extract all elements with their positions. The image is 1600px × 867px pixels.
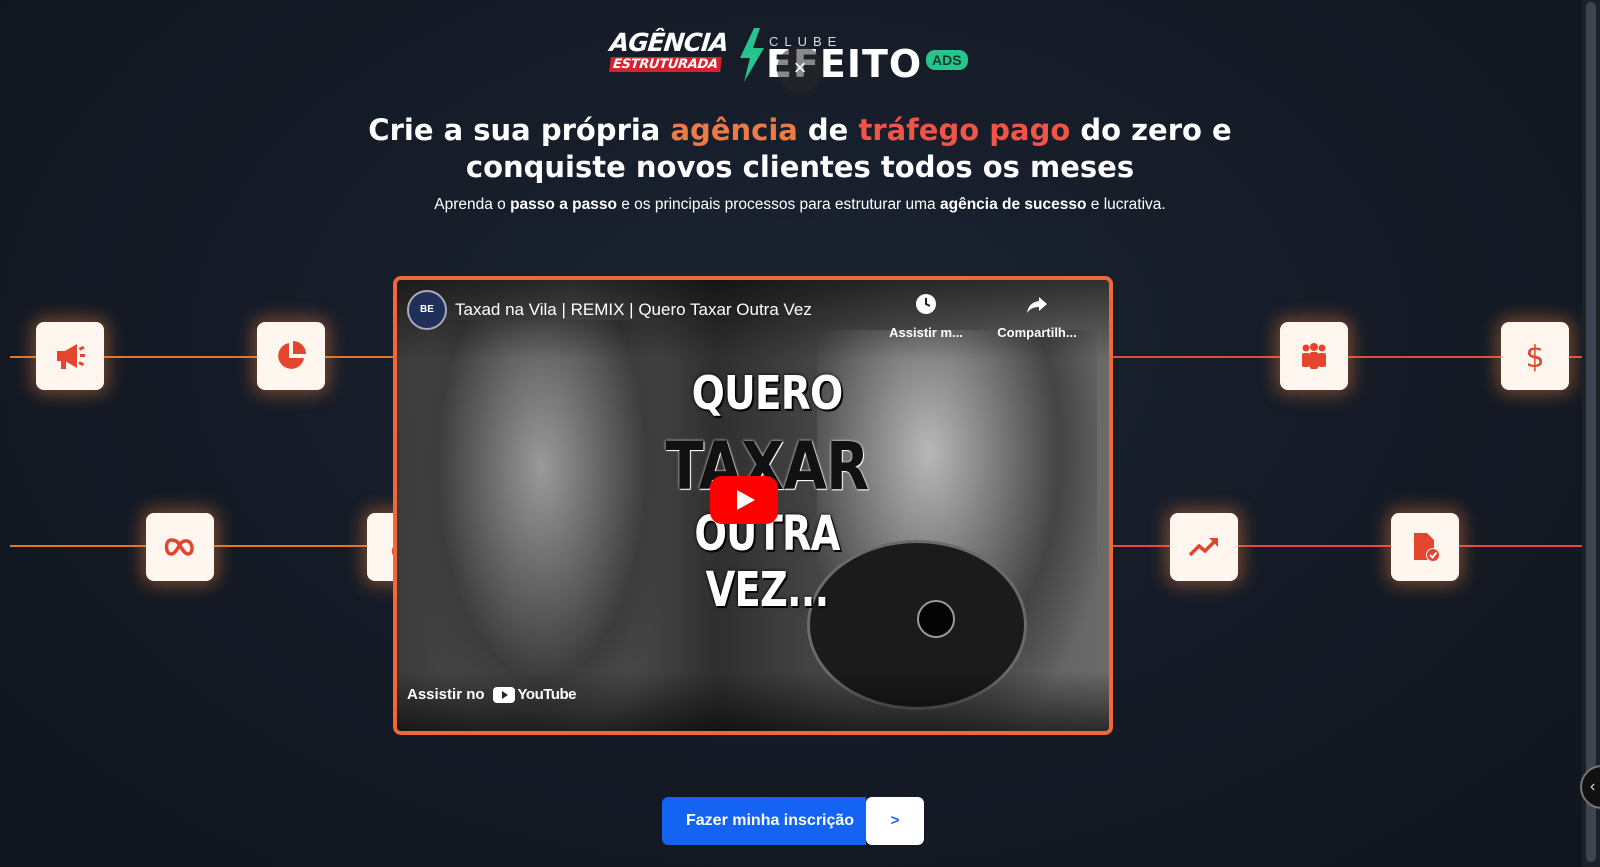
watch-on-label: Assistir no [407,686,485,703]
headline-agencia: agência [670,113,798,147]
logo-agencia-line2: ESTRUTURADA [609,57,722,72]
watch-on-youtube-link[interactable]: Assistir no YouTube [407,686,576,703]
logo-ads-badge: ADS [926,50,968,70]
document-check-icon [1414,533,1440,562]
clock-icon [916,294,936,314]
video-title[interactable]: Taxad na Vila | REMIX | Quero Taxar Outr… [455,300,812,320]
sub-e: e lucrativa. [1086,196,1166,213]
clube-efeito-ads-logo: CLUBE EFEITO ADS [736,28,976,86]
scrollbar-thumb[interactable] [1586,2,1596,862]
watch-later-button[interactable]: Assistir m... [881,292,971,340]
trending-tile [1170,513,1238,581]
youtube-brand-text: YouTube [517,686,577,703]
document-tile [1391,513,1459,581]
share-button[interactable]: Compartilh... [987,292,1087,340]
chevron-left-icon: ‹ [1590,778,1596,795]
logo-agencia-line1: AGÊNCIA [608,28,730,57]
headline-line2: conquiste novos clientes todos os meses [465,150,1135,184]
sub-c: e os principais processos para estrutura… [616,196,940,213]
people-group-icon [1302,343,1326,369]
dollar-icon: $ [1525,340,1544,373]
dollar-tile: $ [1501,322,1569,390]
play-button-icon[interactable] [710,476,778,524]
pie-chart-tile [257,322,325,390]
meta-infinity-icon [164,538,194,556]
share-arrow-icon [1027,297,1047,313]
svg-text:$: $ [1525,340,1544,373]
meta-tile [146,513,214,581]
youtube-logo: YouTube [492,686,577,703]
thumbnail-guitar-hole [917,600,955,638]
sub-b: passo a passo [510,196,617,213]
youtube-play-icon [492,686,515,703]
headline-part5: do zero e [1070,113,1232,147]
channel-avatar[interactable]: BE [407,290,447,330]
megaphone-tile [36,322,104,390]
page-subheadline: Aprenda o passo a passo e os principais … [0,196,1600,214]
people-tile [1280,322,1348,390]
signup-cta-button[interactable]: Fazer minha inscrição > [662,797,925,845]
megaphone-icon [57,344,85,369]
sub-a: Aprenda o [434,196,511,213]
signup-cta-label[interactable]: Fazer minha inscrição [662,797,867,845]
share-label: Compartilh... [997,325,1077,340]
sub-d: agência de sucesso [940,196,1087,213]
page-headline: Crie a sua própria agência de tráfego pa… [0,112,1600,186]
signup-cta-arrow[interactable]: > [866,797,925,845]
close-button[interactable]: × [777,46,823,92]
headline-trafego-pago: tráfego pago [858,113,1071,147]
youtube-video-embed[interactable]: QUERO TAXAR OUTRA VEZ... BE Taxad na Vil… [393,276,1113,735]
scrollbar[interactable] [1582,0,1600,867]
agencia-estruturada-logo: AGÊNCIA ESTRUTURADA [608,28,730,80]
watch-later-label: Assistir m... [889,325,963,340]
headline-part1: Crie a sua própria [368,113,671,147]
thumbnail-text-quero: QUERO [691,366,844,420]
lightning-bolt-icon [740,28,764,82]
headline-part3: de [797,113,859,147]
trending-up-icon [1188,538,1218,557]
pie-chart-icon [278,341,306,369]
